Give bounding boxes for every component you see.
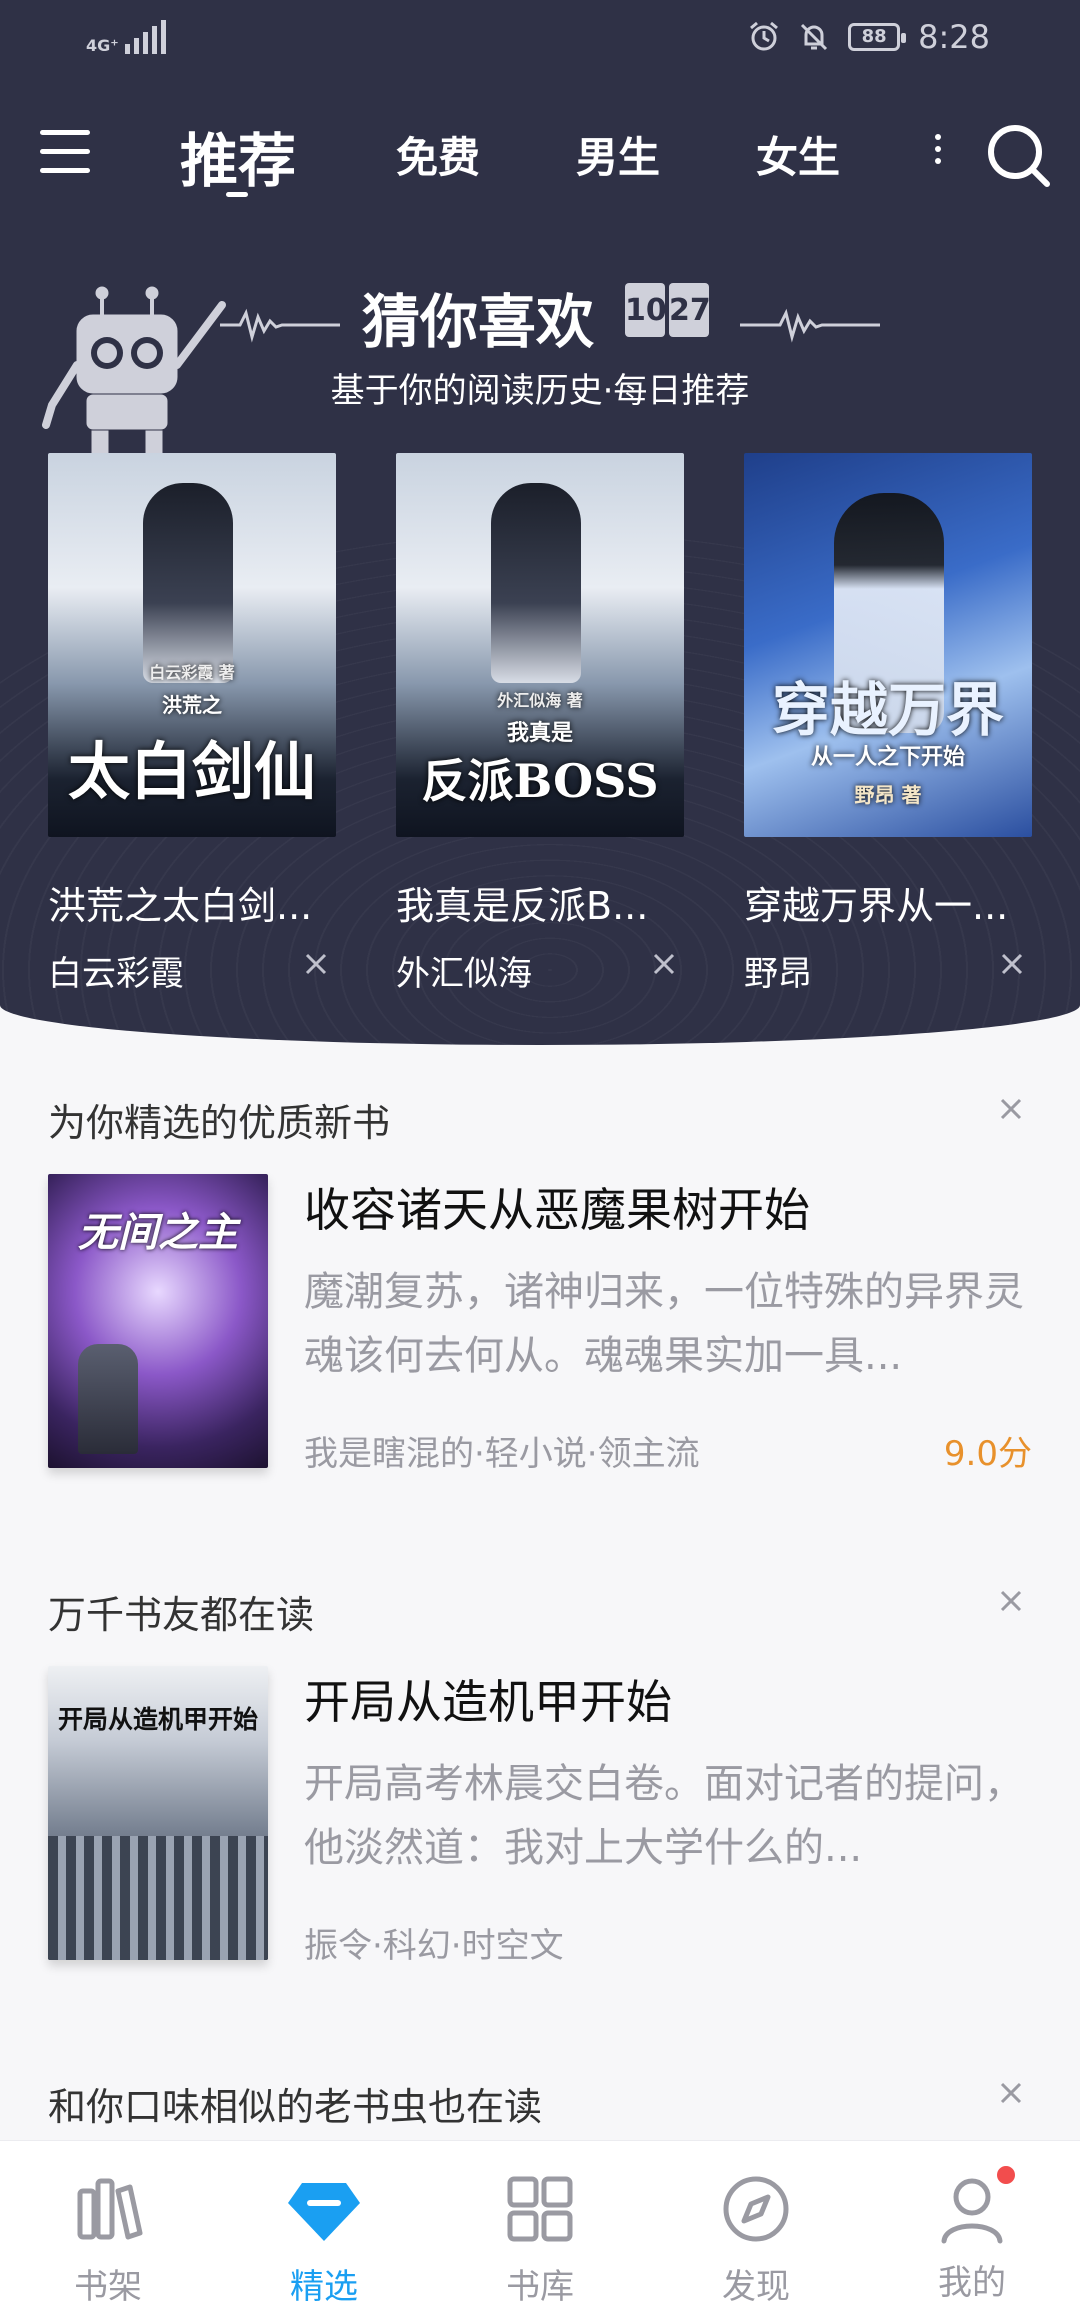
top-nav: 推荐 免费 男生 女生	[0, 110, 1080, 200]
mecha-army-art	[48, 1836, 268, 1960]
close-icon[interactable]	[998, 2080, 1024, 2106]
recommended-books-row: 白云彩霞 著 洪荒之 太白剑仙 洪荒之太白剑... 白云彩霞 外汇似海 著 我真…	[0, 453, 1080, 1013]
nav-discover[interactable]: 发现	[686, 2169, 826, 2308]
section-popular-reading: 万千书友都在读 开局从造机甲开始 开局从造机甲开始 开局高考林晨交白卷。面对记者…	[0, 1584, 1080, 2004]
book-author: 白云彩霞	[48, 946, 336, 995]
guess-subtitle: 基于你的阅读历史·每日推荐	[330, 371, 750, 411]
rec-book-card[interactable]: 白云彩霞 著 洪荒之 太白剑仙 洪荒之太白剑... 白云彩霞	[48, 453, 336, 995]
mute-bell-icon	[801, 23, 828, 51]
cover-title: 开局从造机甲开始	[57, 1705, 258, 1734]
guess-you-like-header: 猜你喜欢 10 27 基于你的阅读历史·每日推荐	[0, 265, 1080, 465]
cover-subtitle: 从一人之下开始	[810, 745, 965, 770]
wave-decoration-icon	[220, 308, 340, 343]
tab-male[interactable]: 男生	[576, 124, 660, 185]
dismiss-icon[interactable]	[302, 950, 330, 978]
nav-label: 发现	[722, 2267, 790, 2307]
diamond-icon	[288, 2183, 360, 2241]
book-cover[interactable]: 外汇似海 著 我真是 反派BOSS	[396, 453, 684, 837]
nav-label: 书架	[74, 2267, 142, 2307]
cover-subtitle: 我真是	[506, 721, 573, 746]
dismiss-icon[interactable]	[650, 950, 678, 978]
nav-library[interactable]: 书库	[470, 2169, 610, 2308]
search-icon[interactable]	[983, 120, 1055, 192]
section-heading: 为你精选的优质新书	[48, 1101, 391, 1145]
rec-book-card[interactable]: 穿越万界 从一人之下开始 野昂 著 穿越万界从一... 野昂	[744, 453, 1032, 995]
cover-title: 无间之主	[78, 1210, 238, 1256]
date-month: 10	[625, 283, 667, 337]
book-cover[interactable]: 无间之主	[48, 1174, 268, 1468]
section-quality-new-books: 为你精选的优质新书 无间之主 收容诸天从恶魔果树开始 魔潮复苏，诸神归来，一位特…	[0, 1092, 1080, 1512]
battery-icon: 88	[848, 23, 907, 51]
section-similar-readers: 和你口味相似的老书虫也在读	[0, 2076, 1080, 2136]
dismiss-icon[interactable]	[998, 950, 1026, 978]
nav-featured[interactable]: 精选	[254, 2169, 394, 2308]
cover-title: 太白剑仙	[67, 735, 316, 808]
user-icon	[932, 2163, 1018, 2249]
signal-icon	[124, 20, 166, 54]
nav-label: 我的	[938, 2263, 1006, 2303]
figure-art	[491, 483, 581, 683]
network-type: 4G⁺	[86, 36, 119, 55]
book-author: 外汇似海	[396, 946, 684, 995]
book-score: 9.0分	[943, 1434, 1032, 1474]
book-cover[interactable]: 开局从造机甲开始	[48, 1666, 268, 1960]
close-icon[interactable]	[998, 1096, 1024, 1122]
book-cover[interactable]: 穿越万界 从一人之下开始 野昂 著	[744, 453, 1032, 837]
bookshelf-icon	[77, 2178, 143, 2240]
grid-icon	[507, 2176, 573, 2242]
menu-icon[interactable]	[40, 130, 90, 180]
nav-me[interactable]: 我的	[902, 2163, 1042, 2304]
clock-time: 8:28	[918, 18, 990, 56]
tab-female[interactable]: 女生	[756, 124, 840, 185]
author-name: 外汇似海	[396, 954, 532, 994]
status-bar: 4G⁺ 88 8:28	[0, 0, 1080, 80]
bottom-nav: 书架 精选 书库 发现 我的	[0, 2140, 1080, 2312]
notification-dot	[994, 2163, 1018, 2187]
book-title[interactable]: 洪荒之太白剑...	[48, 875, 336, 930]
status-right: 88 8:28	[748, 18, 990, 56]
author-name: 野昂	[744, 954, 812, 994]
feed-book-item[interactable]: 开局从造机甲开始 开局从造机甲开始 开局高考林晨交白卷。面对记者的提问，他淡然道…	[48, 1666, 1032, 1966]
calendar-date-badge: 10 27	[625, 283, 711, 337]
book-cover[interactable]: 白云彩霞 著 洪荒之 太白剑仙	[48, 453, 336, 837]
compass-icon	[723, 2176, 789, 2242]
tab-free[interactable]: 免费	[396, 124, 480, 185]
alarm-icon	[750, 21, 779, 51]
date-day: 27	[669, 283, 711, 337]
book-title[interactable]: 开局从造机甲开始	[304, 1666, 672, 1732]
book-meta: 振令·科幻·时空文	[304, 1926, 564, 1966]
book-meta: 我是瞎混的·轻小说·领主流	[304, 1434, 700, 1474]
cover-author: 白云彩霞 著	[149, 663, 235, 682]
cover-subtitle: 洪荒之	[162, 693, 222, 717]
rec-book-card[interactable]: 外汇似海 著 我真是 反派BOSS 我真是反派B... 外汇似海	[396, 453, 684, 995]
book-author: 野昂	[744, 946, 1032, 995]
battery-level: 88	[861, 26, 887, 47]
section-heading: 万千书友都在读	[48, 1593, 315, 1637]
figure-art	[143, 483, 233, 683]
book-title[interactable]: 穿越万界从一...	[744, 875, 1032, 930]
cover-author: 野昂 著	[854, 783, 922, 807]
author-name: 白云彩霞	[48, 954, 184, 994]
book-title[interactable]: 我真是反派B...	[396, 875, 684, 930]
figure-art	[78, 1344, 138, 1454]
book-title[interactable]: 收容诸天从恶魔果树开始	[304, 1174, 810, 1240]
cover-author: 外汇似海 著	[497, 691, 583, 710]
nav-label: 书库	[506, 2267, 574, 2307]
guess-title: 猜你喜欢	[362, 288, 595, 356]
book-description: 魔潮复苏，诸神归来，一位特殊的异界灵魂该何去何从。魂魂果实加一具...	[304, 1269, 1024, 1379]
nav-bookshelf[interactable]: 书架	[38, 2169, 178, 2308]
close-icon[interactable]	[998, 1588, 1024, 1614]
tab-recommend[interactable]: 推荐	[180, 114, 296, 198]
wave-decoration-icon	[740, 308, 880, 343]
nav-label: 精选	[290, 2267, 358, 2307]
book-description: 开局高考林晨交白卷。面对记者的提问，他淡然道：我对上大学什么的...	[304, 1761, 1024, 1871]
hero-recommend-panel: 4G⁺ 88 8:28 推荐 免费 男生 女生 猜你喜欢 10 27 基于你的阅…	[0, 0, 1080, 1045]
more-tabs-icon[interactable]	[935, 134, 941, 174]
cover-title: 反派BOSS	[421, 754, 659, 808]
signal-group: 4G⁺	[86, 20, 166, 54]
section-heading: 和你口味相似的老书虫也在读	[48, 2085, 543, 2129]
feed-book-item[interactable]: 无间之主 收容诸天从恶魔果树开始 魔潮复苏，诸神归来，一位特殊的异界灵魂该何去何…	[48, 1174, 1032, 1474]
cover-title: 穿越万界	[771, 676, 1004, 744]
